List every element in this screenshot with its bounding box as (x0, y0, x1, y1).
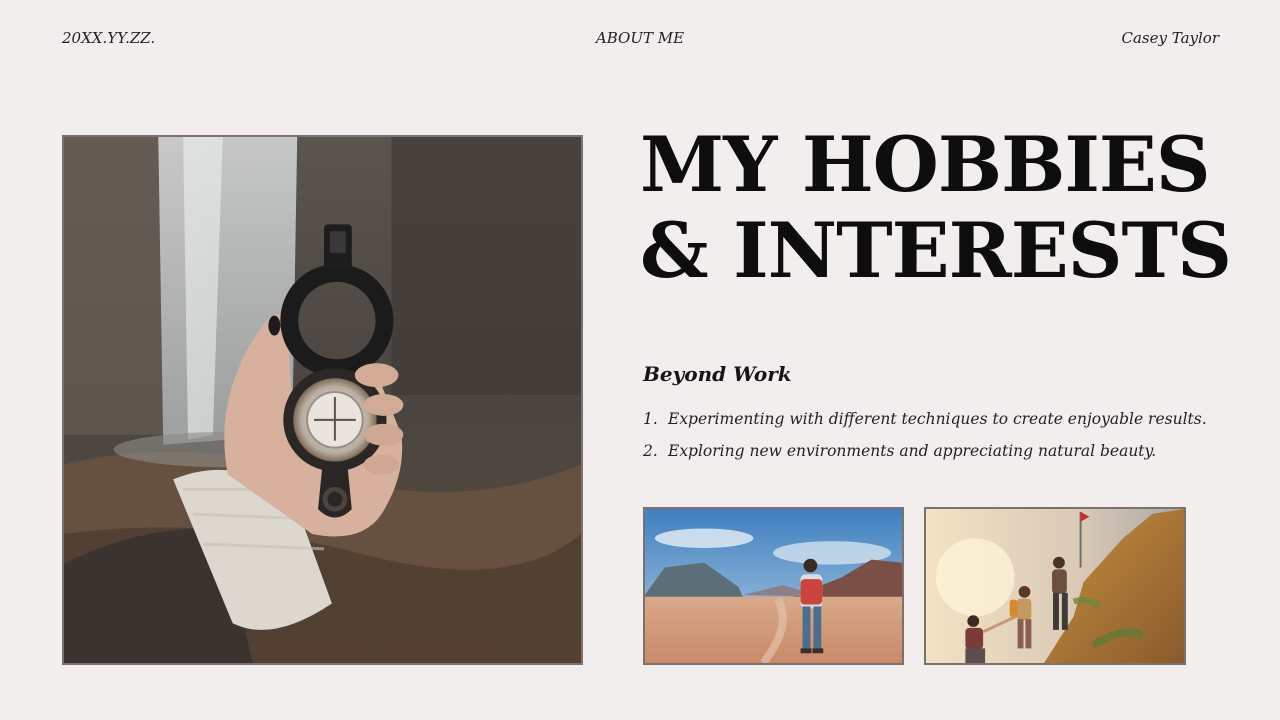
desert-hiker-photo (643, 507, 904, 665)
list-item-number: 1. (643, 410, 658, 428)
section-subtitle: Beyond Work (643, 362, 792, 386)
title-line-2: & INTERESTS (640, 206, 1232, 295)
title-line-1: MY HOBBIES (640, 120, 1211, 209)
header-author: Casey Taylor (1121, 29, 1220, 47)
cliff-climbers-image (926, 509, 1184, 663)
list-item: 2. Exploring new environments and apprec… (643, 442, 1207, 474)
list-item-text: Exploring new environments and appreciat… (668, 442, 1157, 460)
list-item-number: 2. (643, 442, 658, 460)
page-title: MY HOBBIES & INTERESTS (640, 120, 1232, 295)
header-section-label: ABOUT ME (595, 29, 685, 47)
cliff-climbers-photo (924, 507, 1186, 665)
compass-waterfall-image (64, 137, 581, 663)
compass-waterfall-photo (62, 135, 583, 665)
list-item-text: Experimenting with different techniques … (668, 410, 1207, 428)
hobbies-list: 1. Experimenting with different techniqu… (643, 410, 1207, 474)
desert-hiker-image (645, 509, 902, 663)
list-item: 1. Experimenting with different techniqu… (643, 410, 1207, 442)
